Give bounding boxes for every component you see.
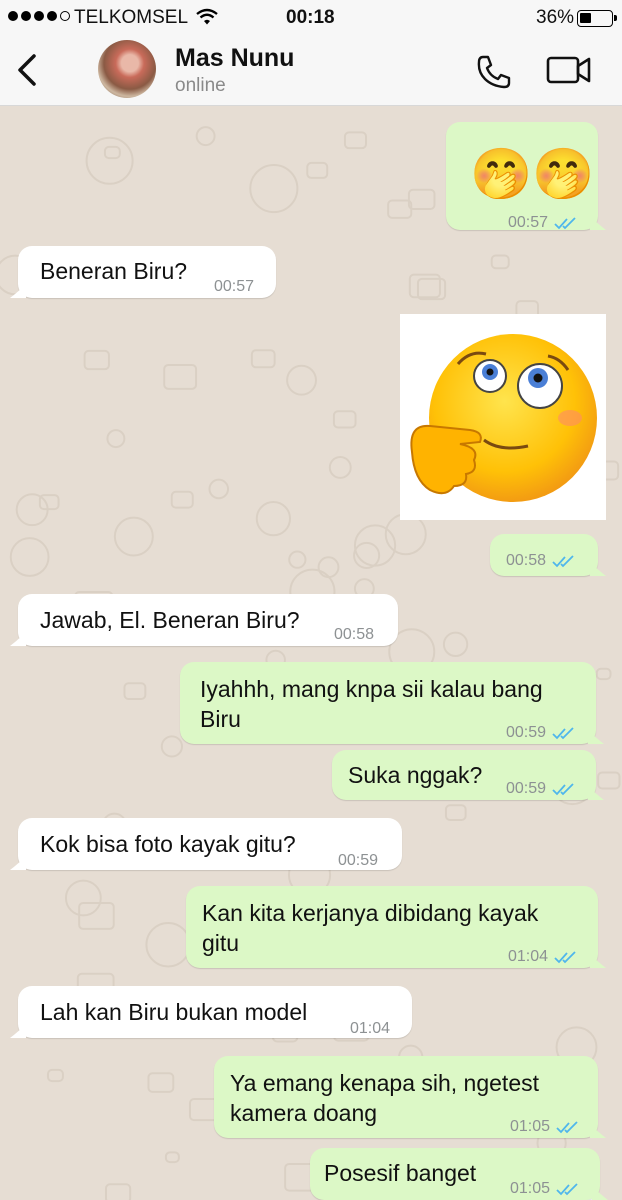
message-meta: 00:57 (214, 272, 254, 302)
outgoing-message[interactable]: Suka nggak? 00:59 (332, 750, 604, 800)
message-text: Ya emang kenapa sih, ngetest kamera doan… (230, 1070, 540, 1126)
message-meta: 00:58 (506, 546, 576, 576)
outgoing-message[interactable]: 00:58 (490, 534, 606, 576)
message-time: 00:58 (506, 552, 547, 569)
message-meta: 00:59 (506, 774, 576, 804)
incoming-message[interactable]: Kok bisa foto kayak gitu? 00:59 (10, 818, 402, 870)
message-text: Kan kita kerjanya dibidang kayak gitu (202, 900, 539, 956)
message-time: 01:05 (510, 1180, 551, 1197)
chat-area[interactable]: 🤭🤭 00:57 Beneran Biru? 00:57 00:58 Jawab, El.… (0, 106, 622, 1200)
double-check-icon (552, 555, 574, 568)
status-bar: TELKOMSEL 00:18 36% (0, 6, 622, 30)
bubble-tail (590, 216, 606, 230)
message-text: Posesif banget (324, 1160, 477, 1186)
message-text: Iyahhh, mang knpa sii kalau bang Biru (200, 676, 543, 732)
double-check-icon (552, 727, 574, 740)
message-time: 00:57 (508, 214, 549, 231)
double-check-icon (556, 1121, 578, 1134)
message-meta: 00:58 (334, 620, 374, 650)
message-time: 01:05 (510, 1118, 551, 1135)
message-meta: 00:57 (508, 208, 578, 238)
incoming-message[interactable]: Beneran Biru? 00:57 (10, 246, 276, 298)
message-meta: 00:59 (506, 718, 576, 748)
message-time: 00:59 (506, 724, 547, 741)
bubble-tail (588, 730, 604, 744)
bubble-tail (588, 786, 604, 800)
outgoing-message[interactable]: Kan kita kerjanya dibidang kayak gitu 01:… (186, 886, 606, 968)
double-check-icon (554, 951, 576, 964)
bubble-tail (590, 954, 606, 968)
bubble-tail (590, 562, 606, 576)
video-camera-icon[interactable] (546, 54, 592, 86)
carrier-name: TELKOMSEL (74, 7, 189, 28)
message-time: 01:04 (508, 948, 549, 965)
message-meta: 00:59 (338, 846, 378, 876)
message-time: 00:59 (338, 852, 379, 869)
battery-percent: 36% (536, 7, 575, 28)
message-meta: 01:05 (510, 1174, 580, 1200)
bubble-tail (10, 632, 26, 646)
bubble-tail (590, 1124, 606, 1138)
wifi-icon (196, 8, 218, 25)
message-meta: 01:05 (510, 1112, 580, 1142)
avatar[interactable] (98, 40, 156, 98)
status-time: 00:18 (286, 7, 335, 28)
message-time: 00:59 (506, 780, 547, 797)
contact-name[interactable]: Mas Nunu (175, 44, 294, 73)
bubble-tail (592, 1186, 608, 1200)
message-time: 00:58 (334, 626, 375, 643)
shy-thinking-emoji-sticker[interactable] (400, 314, 606, 520)
message-meta: 01:04 (508, 942, 578, 972)
message-time: 01:04 (350, 1020, 391, 1037)
message-emoji: 🤭🤭 (470, 146, 595, 202)
outgoing-message[interactable]: Posesif banget 01:05 (310, 1148, 608, 1200)
phone-icon[interactable] (474, 52, 514, 92)
double-check-icon (556, 1183, 578, 1196)
bubble-tail (10, 856, 26, 870)
outgoing-message[interactable]: Iyahhh, mang knpa sii kalau bang Biru 00:… (180, 662, 604, 744)
message-text: Suka nggak? (348, 762, 483, 788)
contact-status: online (175, 75, 226, 96)
bubble-tail (10, 1024, 26, 1038)
message-time: 00:57 (214, 278, 255, 295)
top-bar: TELKOMSEL 00:18 36% Mas Nunu online (0, 0, 622, 106)
signal-strength-icon (8, 11, 70, 21)
incoming-message[interactable]: Jawab, El. Beneran Biru? 00:58 (10, 594, 398, 646)
bubble-tail (10, 284, 26, 298)
chevron-left-icon[interactable] (12, 50, 42, 90)
incoming-message[interactable]: Lah kan Biru bukan model 01:04 (10, 986, 412, 1038)
message-text: Jawab, El. Beneran Biru? (40, 607, 300, 633)
message-text: Kok bisa foto kayak gitu? (40, 831, 296, 857)
outgoing-message[interactable]: Ya emang kenapa sih, ngetest kamera doan… (214, 1056, 606, 1138)
double-check-icon (552, 783, 574, 796)
message-text: Lah kan Biru bukan model (40, 999, 308, 1025)
battery-icon (577, 10, 617, 27)
message-meta: 01:04 (350, 1014, 390, 1044)
double-check-icon (554, 217, 576, 230)
message-text: Beneran Biru? (40, 258, 188, 284)
outgoing-message[interactable]: 🤭🤭 00:57 (446, 122, 606, 231)
